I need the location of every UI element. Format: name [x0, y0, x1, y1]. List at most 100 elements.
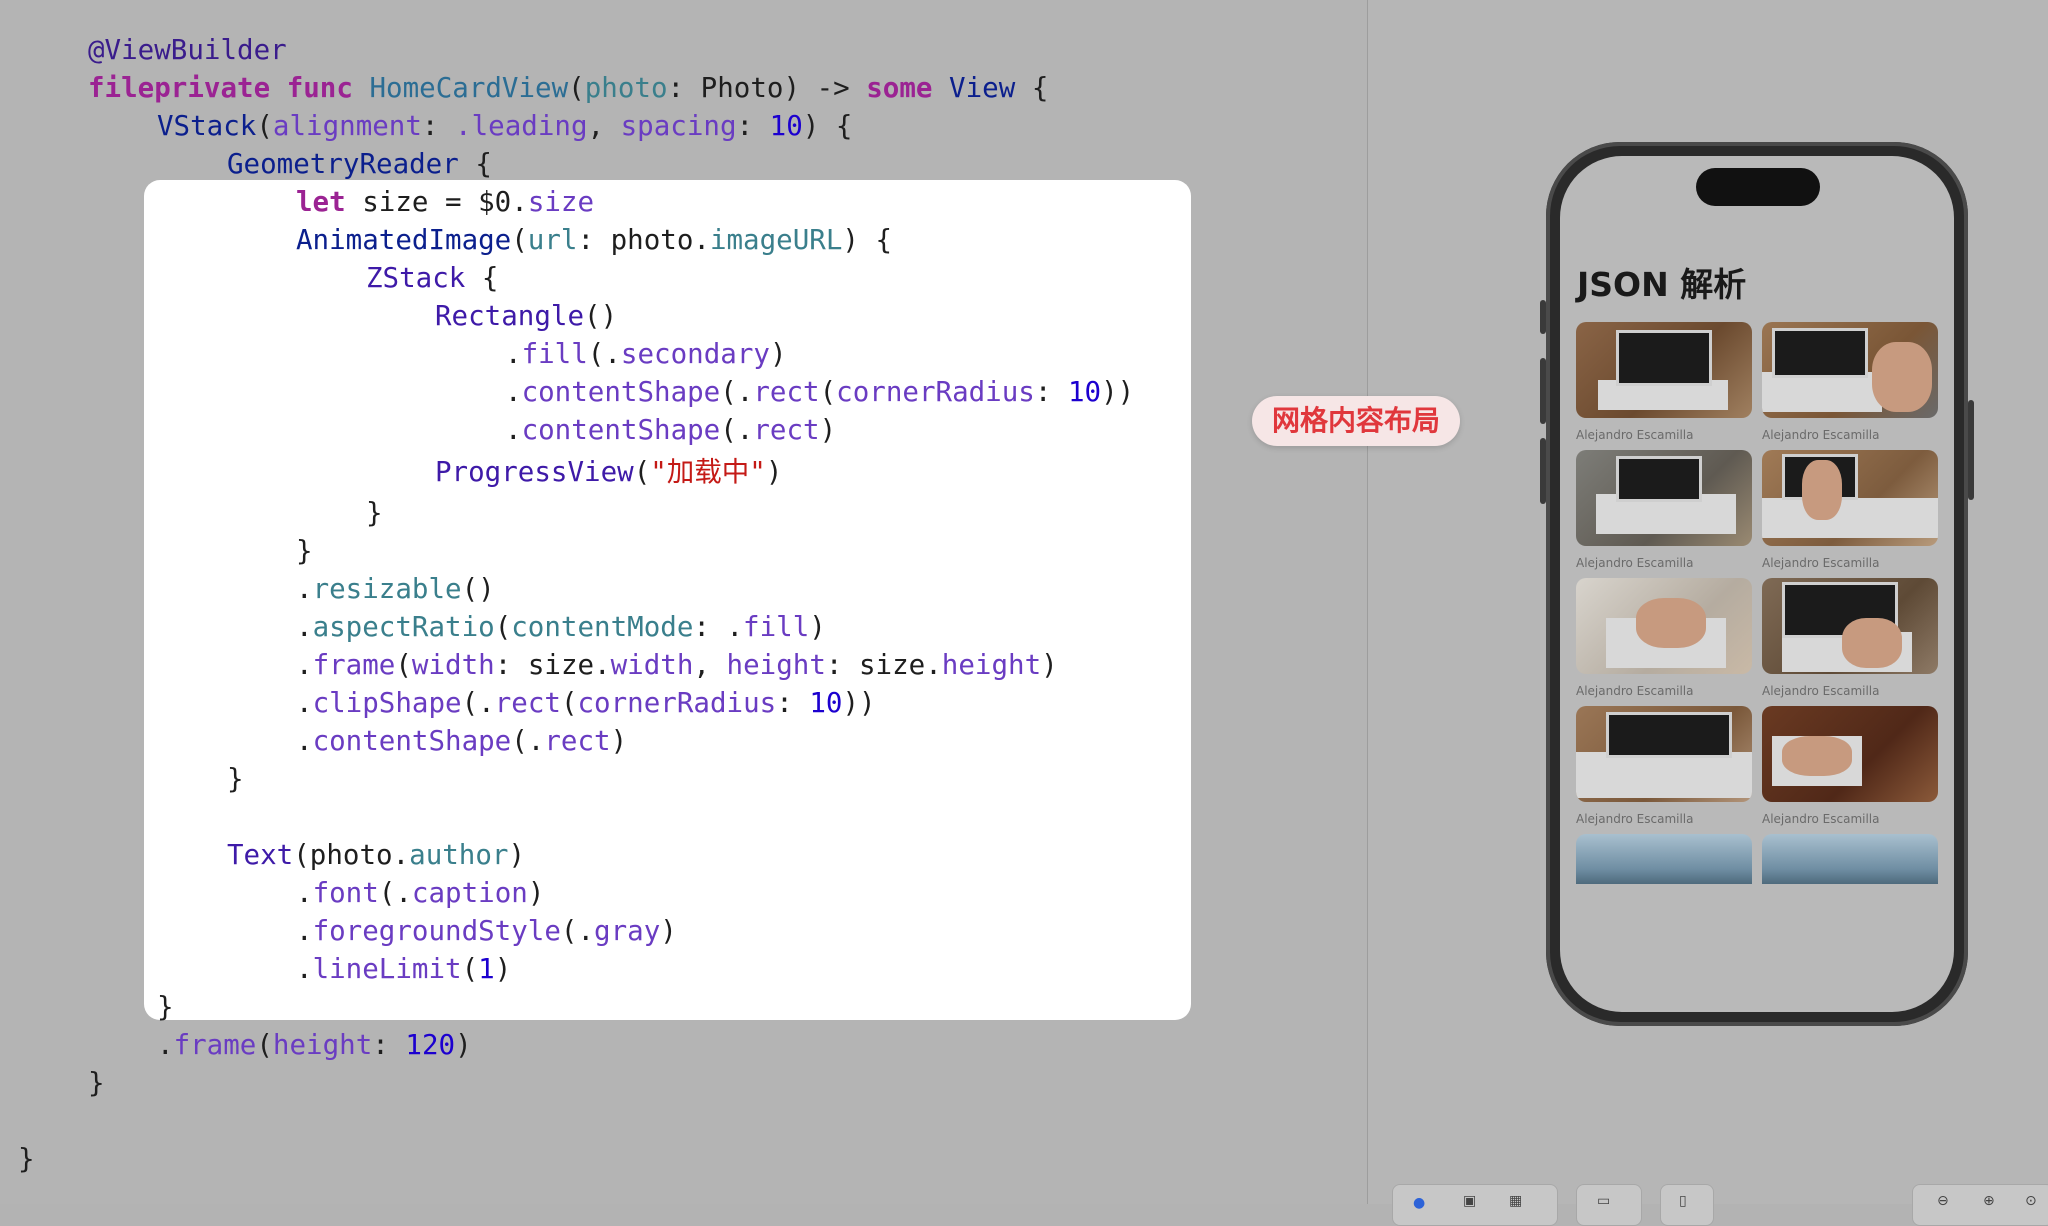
code-token: func	[286, 72, 353, 104]
code-line-11[interactable]: .contentShape(.rect)	[505, 411, 836, 449]
zoom-controls[interactable]: ⊖ ⊕ ⊙	[1912, 1184, 2048, 1226]
code-token: fill	[743, 611, 810, 643]
code-line-4[interactable]: GeometryReader {	[227, 145, 492, 183]
code-line-27[interactable]: }	[88, 1064, 105, 1102]
code-token: gray	[594, 915, 661, 947]
dynamic-island	[1696, 168, 1820, 206]
photo-thumbnail[interactable]	[1762, 578, 1938, 674]
code-line-14[interactable]: }	[296, 532, 313, 570]
photo-thumbnail[interactable]	[1576, 834, 1752, 884]
code-line-21[interactable]: Text(photo.author)	[227, 836, 525, 874]
phone-side-button	[1968, 400, 1974, 500]
photo-thumbnail[interactable]	[1762, 834, 1938, 884]
code-token: size = $0.	[362, 186, 528, 218]
photo-thumbnail[interactable]	[1576, 322, 1752, 418]
hand-shape	[1802, 460, 1842, 520]
code-line-2[interactable]: fileprivate func HomeCardView(photo: Pho…	[88, 69, 1048, 107]
code-token: contentShape	[521, 376, 721, 408]
code-token: width	[610, 649, 694, 681]
code-line-16[interactable]: .aspectRatio(contentMode: .fill)	[296, 608, 826, 646]
code-token: clipShape	[312, 687, 462, 719]
code-token: View	[949, 72, 1016, 104]
app-title: JSON 解析	[1577, 265, 1747, 304]
code-token: lineLimit	[312, 953, 462, 985]
zoom-fit-icon[interactable]: ⊙	[2025, 1193, 2037, 1209]
code-line-25[interactable]: }	[157, 988, 174, 1026]
code-token: "加载中"	[650, 456, 766, 488]
code-token: foregroundStyle	[312, 915, 561, 947]
code-line-10[interactable]: .contentShape(.rect(cornerRadius: 10))	[505, 373, 1134, 411]
code-line-1[interactable]: @ViewBuilder	[88, 31, 287, 69]
live-preview-icon[interactable]: ●	[1413, 1195, 1425, 1211]
code-line-24[interactable]: .lineLimit(1)	[296, 950, 511, 988]
code-token: 1	[478, 953, 495, 985]
settings-panel-icon: ▭	[1597, 1193, 1611, 1209]
code-line-3[interactable]: VStack(alignment: .leading, spacing: 10)…	[157, 107, 852, 145]
code-line-13[interactable]: }	[366, 494, 383, 532]
code-token: rect	[494, 687, 561, 719]
code-token: aspectRatio	[312, 611, 495, 643]
code-line-17[interactable]: .frame(width: size.width, height: size.h…	[296, 646, 1058, 684]
code-token: let	[296, 186, 346, 218]
code-token: VStack	[157, 110, 257, 142]
code-token: rect	[544, 725, 611, 757]
code-line-22[interactable]: .font(.caption)	[296, 874, 544, 912]
photo-thumbnail[interactable]	[1762, 706, 1938, 802]
code-token: alignment	[272, 110, 422, 142]
variants-icon[interactable]: ▦	[1509, 1193, 1522, 1209]
photo-thumbnail[interactable]	[1762, 322, 1938, 418]
selectable-icon[interactable]: ▣	[1463, 1193, 1476, 1209]
code-token: Text	[227, 839, 294, 871]
code-line-7[interactable]: ZStack {	[366, 259, 498, 297]
code-token: Rectangle	[435, 300, 585, 332]
hand-shape	[1842, 618, 1902, 668]
code-token: spacing	[620, 110, 737, 142]
device-settings-button[interactable]: ▭	[1576, 1184, 1642, 1226]
code-token: contentShape	[312, 725, 512, 757]
photo-author-caption: Alejandro Escamilla	[1762, 684, 1880, 698]
code-token: ZStack	[366, 262, 466, 294]
laptop-screen-shape	[1616, 456, 1702, 502]
code-line-19[interactable]: .contentShape(.rect)	[296, 722, 627, 760]
code-token: AnimatedImage	[296, 224, 512, 256]
code-line-28[interactable]: }	[18, 1140, 35, 1178]
photo-author-caption: Alejandro Escamilla	[1576, 812, 1694, 826]
code-token: 120	[405, 1029, 456, 1061]
code-token: frame	[173, 1029, 257, 1061]
device-button[interactable]: ▯	[1660, 1184, 1714, 1226]
code-token: caption	[411, 877, 528, 909]
code-line-20[interactable]: }	[227, 760, 244, 798]
photo-thumbnail[interactable]	[1576, 450, 1752, 546]
code-line-12[interactable]: ProgressView("加载中")	[435, 453, 782, 491]
code-token: .leading	[455, 110, 588, 142]
code-token: size	[527, 186, 595, 218]
code-token: ProgressView	[435, 456, 634, 488]
code-line-15[interactable]: .resizable()	[296, 570, 495, 608]
code-token: secondary	[620, 338, 770, 370]
code-line-26[interactable]: .frame(height: 120)	[157, 1026, 472, 1064]
code-token: some	[866, 72, 933, 104]
code-token: photo.	[610, 224, 710, 256]
code-token: width	[411, 649, 495, 681]
code-token: height	[272, 1029, 373, 1061]
photo-thumbnail[interactable]	[1576, 706, 1752, 802]
code-token: author	[409, 839, 509, 871]
photo-thumbnail[interactable]	[1576, 578, 1752, 674]
code-token: rect	[753, 376, 820, 408]
code-token: HomeCardView	[369, 72, 569, 104]
code-token: resizable	[312, 573, 462, 605]
photo-author-caption: Alejandro Escamilla	[1576, 428, 1694, 442]
code-line-23[interactable]: .foregroundStyle(.gray)	[296, 912, 677, 950]
preview-mode-controls[interactable]: ● ▣ ▦	[1392, 1184, 1558, 1226]
code-token: cornerRadius	[577, 687, 777, 719]
code-line-6[interactable]: AnimatedImage(url: photo.imageURL) {	[296, 221, 892, 259]
code-line-9[interactable]: .fill(.secondary)	[505, 335, 787, 373]
zoom-out-icon[interactable]: ⊖	[1937, 1193, 1949, 1209]
photo-thumbnail[interactable]	[1762, 450, 1938, 546]
code-line-5[interactable]: let size = $0.size	[296, 183, 594, 221]
code-line-18[interactable]: .clipShape(.rect(cornerRadius: 10))	[296, 684, 876, 722]
photo-author-caption: Alejandro Escamilla	[1576, 684, 1694, 698]
code-token: fill	[521, 338, 588, 370]
code-line-8[interactable]: Rectangle()	[435, 297, 617, 335]
zoom-in-icon[interactable]: ⊕	[1983, 1193, 1995, 1209]
